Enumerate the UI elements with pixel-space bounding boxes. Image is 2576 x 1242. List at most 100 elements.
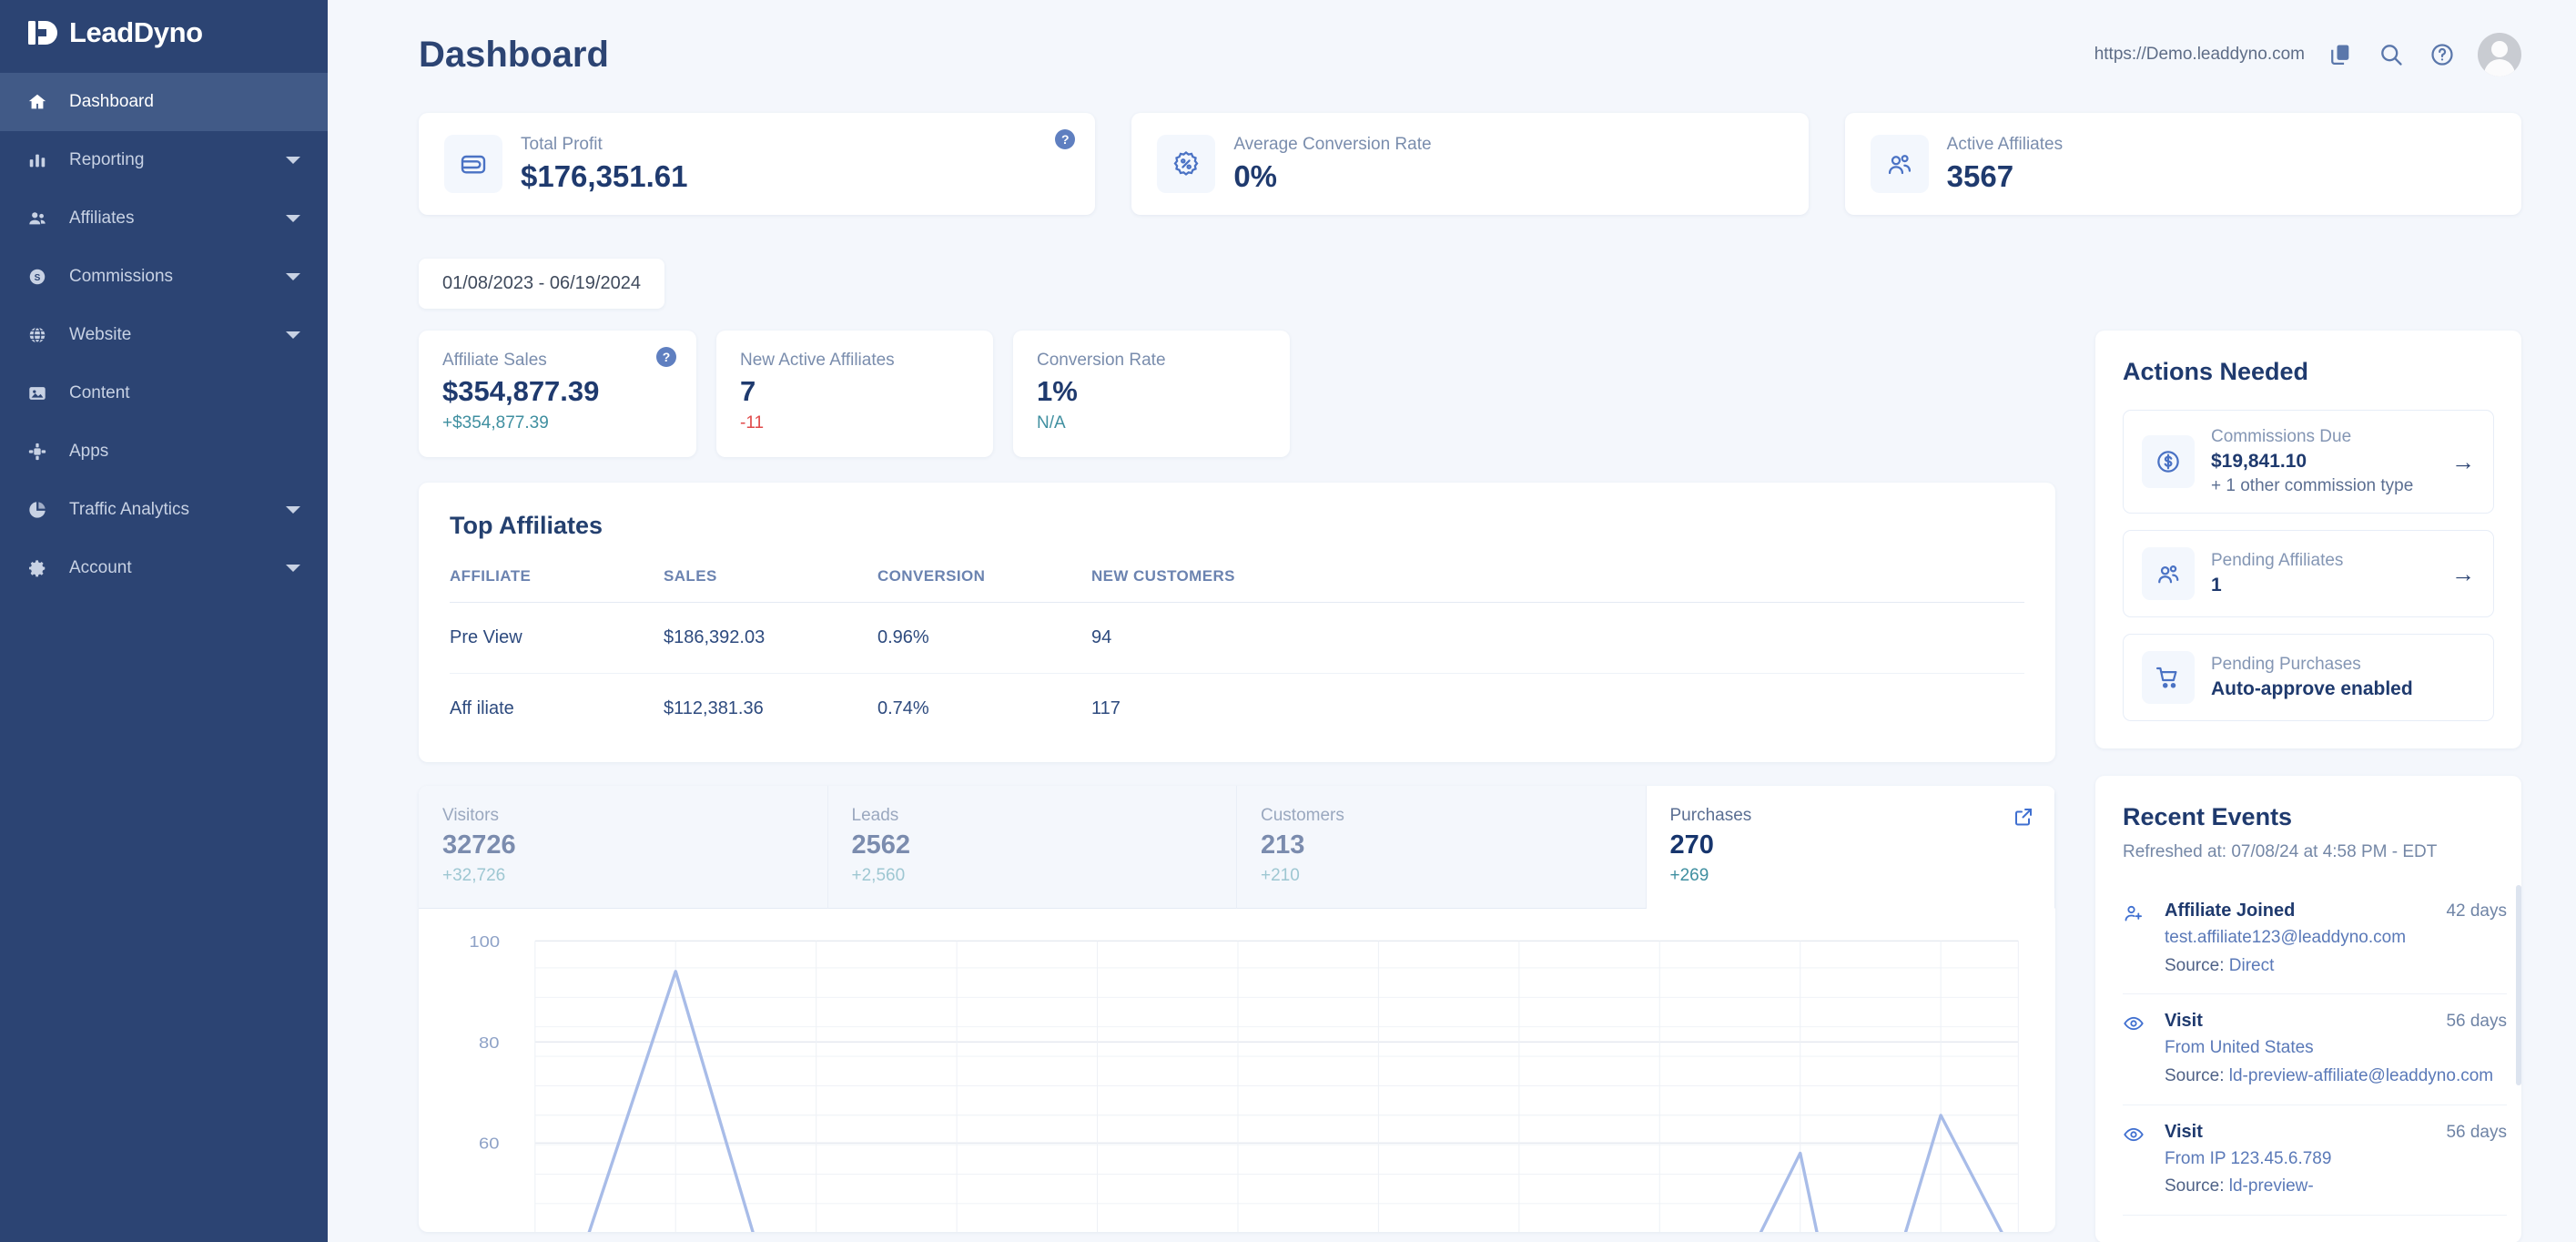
- brand-name: LeadDyno: [69, 16, 203, 48]
- sidebar-item-dashboard[interactable]: Dashboard: [0, 73, 328, 131]
- tab-visitors[interactable]: Visitors 32726 +32,726: [419, 786, 828, 909]
- tab-delta: +2,560: [851, 865, 906, 885]
- wallet-icon: [444, 135, 502, 193]
- action-body: Pending Affiliates 1: [2211, 551, 2440, 596]
- tab-delta: +32,726: [442, 865, 506, 885]
- action-item-pending-purchases[interactable]: Pending Purchases Auto-approve enabled: [2123, 634, 2494, 721]
- sidebar-item-label: Affiliates: [69, 209, 135, 228]
- action-item-commissions-due[interactable]: Commissions Due $19,841.10 + 1 other com…: [2123, 410, 2494, 514]
- external-link-icon[interactable]: [2013, 806, 2034, 828]
- svg-text:100: 100: [469, 934, 500, 951]
- sidebar-item-account[interactable]: Account: [0, 539, 328, 597]
- tab-value: 2562: [851, 830, 911, 860]
- kpi-label: Total Profit: [521, 134, 603, 154]
- mini-delta: N/A: [1037, 413, 1066, 433]
- metric-tabs: Visitors 32726 +32,726 Leads 2562 +2,560…: [419, 786, 2055, 909]
- brand-logo[interactable]: LeadDyno: [0, 0, 328, 66]
- chevron-down-icon[interactable]: [286, 506, 300, 514]
- search-icon[interactable]: [2376, 39, 2407, 70]
- tab-delta: +269: [1669, 865, 1709, 885]
- copy-icon[interactable]: [2325, 39, 2356, 70]
- panel-title: Recent Events: [2123, 803, 2293, 830]
- sidebar-item-apps[interactable]: Apps: [0, 422, 328, 481]
- sidebar-item-content[interactable]: Content: [0, 364, 328, 422]
- sidebar-item-affiliates[interactable]: Affiliates: [0, 189, 328, 248]
- chart-svg: 100 80 60 40: [469, 934, 2019, 1233]
- tab-value: 270: [1669, 830, 1714, 860]
- mini-label: New Active Affiliates: [740, 351, 895, 370]
- date-range-picker[interactable]: 01/08/2023 - 06/19/2024: [419, 259, 664, 309]
- help-circle-icon[interactable]: [2427, 39, 2458, 70]
- leaddyno-logo-icon: [27, 17, 58, 48]
- mini-card-new-active-affiliates: New Active Affiliates 7 -11: [716, 331, 993, 458]
- sidebar-item-label: Reporting: [69, 150, 145, 169]
- avatar[interactable]: [2478, 33, 2521, 76]
- panel-title: Actions Needed: [2123, 358, 2309, 385]
- purchases-line-chart: 100 80 60 40: [419, 909, 2055, 1233]
- home-icon: [25, 90, 49, 114]
- affiliate-name-link[interactable]: Aff iliate: [450, 674, 664, 745]
- mini-delta: -11: [740, 413, 765, 433]
- arrow-right-icon[interactable]: →: [2451, 448, 2475, 476]
- tab-purchases[interactable]: Purchases 270 +269: [1646, 786, 2055, 909]
- bar-chart-icon: [25, 148, 49, 172]
- event-body: Visit 56 days From IP 123.45.6.789 Sourc…: [2165, 1122, 2507, 1198]
- kpi-value: 0%: [1233, 158, 1278, 193]
- cart-icon: [2142, 651, 2195, 704]
- chevron-down-icon[interactable]: [286, 565, 300, 572]
- help-tooltip-icon[interactable]: ?: [656, 347, 676, 367]
- chevron-down-icon[interactable]: [286, 157, 300, 164]
- scrollbar-thumb[interactable]: [2516, 885, 2521, 1085]
- arrow-right-icon[interactable]: →: [2451, 560, 2475, 588]
- chevron-down-icon[interactable]: [286, 215, 300, 222]
- top-affiliates-table: AFFILIATE SALES CONVERSION NEW CUSTOMERS…: [450, 567, 2024, 744]
- people-icon: [1870, 135, 1929, 193]
- gear-icon: [25, 556, 49, 580]
- right-column: Actions Needed Commissions Due $19,841.1…: [2095, 331, 2521, 1242]
- mini-value: $354,877.39: [442, 375, 600, 407]
- event-detail: From United States: [2165, 1038, 2314, 1058]
- action-item-pending-affiliates[interactable]: Pending Affiliates 1 →: [2123, 530, 2494, 617]
- mini-label: Affiliate Sales: [442, 351, 547, 370]
- sidebar-item-commissions[interactable]: S Commissions: [0, 248, 328, 306]
- sidebar-item-label: Content: [69, 383, 130, 402]
- column-header-new-customers: NEW CUSTOMERS: [1091, 567, 2024, 604]
- chevron-down-icon[interactable]: [286, 331, 300, 339]
- action-label: Pending Purchases: [2211, 655, 2361, 674]
- affiliate-sales: $186,392.03: [664, 602, 877, 675]
- event-age: 56 days: [2446, 1012, 2507, 1032]
- mini-card-conversion-rate: Conversion Rate 1% N/A: [1013, 331, 1290, 458]
- sidebar-item-reporting[interactable]: Reporting: [0, 131, 328, 189]
- recent-events-scrollbar[interactable]: [2516, 885, 2521, 1158]
- event-source-label: Source:: [2165, 1065, 2229, 1085]
- sidebar-item-traffic-analytics[interactable]: Traffic Analytics: [0, 481, 328, 539]
- sidebar-item-label: Website: [69, 325, 132, 344]
- event-head: Visit 56 days: [2165, 1122, 2507, 1143]
- sidebar-item-website[interactable]: Website: [0, 306, 328, 364]
- event-title: Affiliate Joined: [2165, 901, 2296, 921]
- sidebar-nav: Dashboard Reporting Affiliates S Commiss…: [0, 73, 328, 597]
- event-body: Affiliate Joined 42 days test.affiliate1…: [2165, 901, 2507, 977]
- tab-leads[interactable]: Leads 2562 +2,560: [827, 786, 1237, 909]
- sidebar-item-label: Traffic Analytics: [69, 500, 189, 519]
- action-value: 1: [2211, 575, 2222, 596]
- mini-value: 7: [740, 375, 756, 407]
- affiliate-name-link[interactable]: Pre View: [450, 602, 664, 675]
- kpi-card-active-affiliates: Active Affiliates 3567: [1844, 113, 2521, 215]
- svg-text:60: 60: [479, 1135, 500, 1153]
- puzzle-icon: [25, 440, 49, 463]
- event-title: Visit: [2165, 1121, 2203, 1142]
- action-label: Commissions Due: [2211, 427, 2352, 446]
- affiliate-new-customers: 117: [1091, 698, 1121, 719]
- dollar-coin-icon: [2142, 435, 2195, 488]
- chart-series-line: [587, 970, 2003, 1233]
- event-body: Visit 56 days From United States Source:…: [2165, 1011, 2507, 1087]
- list-item: Visit 56 days From IP 123.45.6.789 Sourc…: [2123, 1105, 2507, 1216]
- svg-text:80: 80: [479, 1034, 500, 1052]
- percent-badge-icon: [1157, 135, 1216, 193]
- help-tooltip-icon[interactable]: ?: [1055, 129, 1076, 149]
- tab-customers[interactable]: Customers 213 +210: [1237, 786, 1647, 909]
- chevron-down-icon[interactable]: [286, 273, 300, 280]
- table-row: Aff iliate $112,381.36 0.74% 117: [450, 674, 2024, 745]
- eye-icon: [2123, 1122, 2150, 1198]
